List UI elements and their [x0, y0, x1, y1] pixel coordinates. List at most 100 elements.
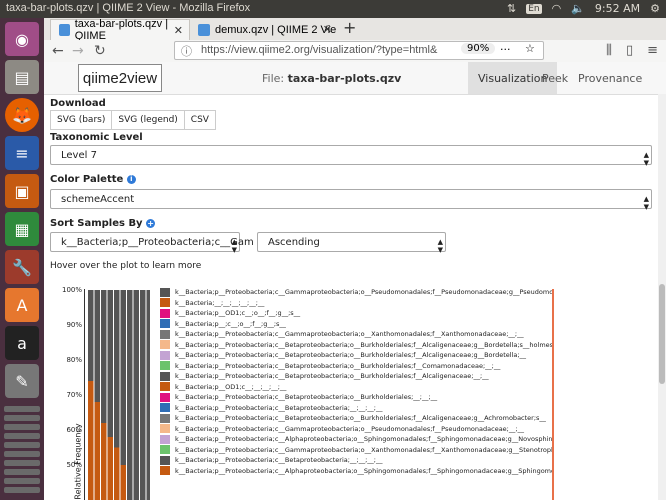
bookmark-star-icon[interactable]: ☆ [525, 42, 535, 55]
legend-item[interactable]: k__Bacteria;p__Proteobacteria;c__Betapro… [160, 403, 552, 414]
download-svg-bars-button[interactable]: SVG (bars) [50, 110, 113, 130]
bar-segment[interactable] [94, 402, 101, 500]
forward-icon[interactable]: → [72, 43, 84, 59]
legend-item[interactable]: k__Bacteria;p__;c__;o__;f__;g__;s__ [160, 319, 552, 330]
ubuntu-dash-icon[interactable]: ◉ [5, 22, 39, 56]
legend-item[interactable]: k__Bacteria;p__OD1;c__;o__;f__;g__;s__ [160, 308, 552, 319]
legend-item[interactable]: k__Bacteria;p__Proteobacteria;c__Betapro… [160, 340, 552, 351]
sort-by-select[interactable]: k__Bacteria;p__Proteobacteria;c__Gam ▲ ▼ [50, 232, 254, 254]
sort-label-row: Sort Samples By + [50, 218, 156, 229]
sort-label: Sort Samples By [50, 218, 143, 229]
add-sort-icon[interactable]: + [146, 218, 156, 228]
color-palette-value: schemeAccent [61, 193, 135, 205]
scrollbar-thumb[interactable] [659, 284, 665, 384]
calc-icon[interactable]: ▦ [5, 212, 39, 246]
library-icon[interactable]: ⫼ [606, 43, 612, 58]
bar-segment[interactable] [88, 290, 94, 381]
legend-item[interactable]: k__Bacteria;p__Proteobacteria;c__Alphapr… [160, 434, 552, 445]
legend-item[interactable]: k__Bacteria;p__Proteobacteria;c__Gammapr… [160, 445, 552, 456]
legend-item[interactable]: k__Bacteria;p__Proteobacteria;c__Gammapr… [160, 287, 552, 298]
qiime-favicon-icon [59, 24, 70, 36]
taxonomic-level-select[interactable]: Level 7 ▲ ▼ [50, 145, 652, 167]
sidebar-icon[interactable]: ▯ [626, 43, 633, 58]
launcher-stack-icon[interactable] [4, 433, 40, 439]
info-icon[interactable]: i [126, 174, 136, 184]
back-icon[interactable]: ← [52, 43, 64, 59]
legend-label: k__Bacteria;p__Proteobacteria;c__Alphapr… [175, 466, 552, 475]
legend-item[interactable]: k__Bacteria;__;__;__;__;__;__ [160, 298, 552, 309]
legend-label: k__Bacteria;__;__;__;__;__;__ [175, 298, 265, 307]
launcher-stack-icon[interactable] [4, 415, 40, 421]
legend-swatch [160, 329, 170, 339]
power-icon[interactable]: ⚙ [650, 2, 660, 15]
legend-item[interactable]: k__Bacteria;p__Proteobacteria;c__Betapro… [160, 392, 552, 403]
bar-segment[interactable] [101, 290, 107, 423]
legend-item[interactable]: k__Bacteria;p__Proteobacteria;c__Betapro… [160, 350, 552, 361]
clock[interactable]: 9:52 AM [595, 2, 640, 15]
page-actions-icon[interactable]: ··· [500, 43, 511, 56]
tab-provenance[interactable]: Provenance [568, 62, 652, 94]
legend-item[interactable]: k__Bacteria;p__Proteobacteria;c__Betapro… [160, 371, 552, 382]
color-palette-select[interactable]: schemeAccent ▲ ▼ [50, 189, 652, 211]
bar-segment[interactable] [127, 290, 133, 500]
bar-segment[interactable] [133, 290, 140, 500]
bar-segment[interactable] [114, 290, 120, 448]
launcher-stack-icon[interactable] [4, 406, 40, 412]
amazon-icon[interactable]: a [5, 326, 39, 360]
launcher-stack-icon[interactable] [4, 424, 40, 430]
launcher-stack-icon[interactable] [4, 460, 40, 466]
tab-label: demux.qzv | QIIME 2 Vie [215, 23, 337, 36]
color-palette-label: Color Palette [50, 174, 124, 185]
browser-tab-taxa[interactable]: taxa-bar-plots.qzv | QIIME ✕ [50, 18, 190, 42]
text-editor-icon[interactable]: ✎ [5, 364, 39, 398]
bar-segment[interactable] [140, 290, 146, 500]
page-scrollbar[interactable] [658, 94, 666, 500]
network-icon[interactable]: ⇅ [507, 2, 516, 15]
new-tab-icon[interactable]: + [343, 18, 356, 37]
files-icon[interactable]: ▤ [5, 60, 39, 94]
legend-item[interactable]: k__Bacteria;p__OD1;c__;__;__;__;__ [160, 382, 552, 393]
menu-icon[interactable]: ≡ [647, 43, 658, 58]
launcher-stack-icon[interactable] [4, 469, 40, 475]
legend-item[interactable]: k__Bacteria;p__Proteobacteria;c__Alphapr… [160, 466, 552, 477]
url-bar[interactable]: ⓘ https://view.qiime2.org/visualization/… [174, 41, 544, 60]
volume-icon[interactable]: 🔈 [571, 2, 585, 15]
impress-icon[interactable]: ▣ [5, 174, 39, 208]
download-svg-legend-button[interactable]: SVG (legend) [111, 110, 185, 130]
close-tab-icon[interactable]: ✕ [323, 23, 332, 36]
legend-item[interactable]: k__Bacteria;p__Proteobacteria;c__Betapro… [160, 455, 552, 466]
reload-icon[interactable]: ↻ [94, 43, 106, 59]
bar-segment[interactable] [107, 290, 114, 437]
bar-segment[interactable] [120, 290, 127, 465]
launcher-stack-icon[interactable] [4, 478, 40, 484]
zoom-level[interactable]: 90% [461, 43, 496, 54]
bar-chart[interactable] [84, 289, 150, 500]
bar-segment[interactable] [107, 437, 114, 500]
site-info-icon[interactable]: ⓘ [181, 43, 192, 59]
bar-segment[interactable] [101, 423, 107, 500]
bar-segment[interactable] [94, 290, 101, 402]
download-csv-button[interactable]: CSV [183, 110, 216, 130]
legend-item[interactable]: k__Bacteria;p__Proteobacteria;c__Gammapr… [160, 424, 552, 435]
keyboard-layout[interactable]: En [526, 3, 542, 14]
browser-tab-demux[interactable]: demux.qzv | QIIME 2 Vie ✕ [190, 19, 338, 40]
launcher-stack-icon[interactable] [4, 451, 40, 457]
bar-segment[interactable] [146, 290, 151, 500]
bar-segment[interactable] [120, 465, 127, 500]
launcher-stack-icon[interactable] [4, 487, 40, 493]
legend-item[interactable]: k__Bacteria;p__Proteobacteria;c__Betapro… [160, 413, 552, 424]
writer-icon[interactable]: ≡ [5, 136, 39, 170]
software-center-icon[interactable]: A [5, 288, 39, 322]
legend-item[interactable]: k__Bacteria;p__Proteobacteria;c__Betapro… [160, 361, 552, 372]
settings-icon[interactable]: 🔧 [5, 250, 39, 284]
qiime2view-logo[interactable]: qiime2view [78, 64, 162, 92]
url-text[interactable]: https://view.qiime2.org/visualization/?t… [201, 44, 437, 56]
firefox-icon[interactable]: 🦊 [5, 98, 39, 132]
bar-segment[interactable] [114, 447, 120, 500]
legend-item[interactable]: k__Bacteria;p__Proteobacteria;c__Gammapr… [160, 329, 552, 340]
sort-order-select[interactable]: Ascending ▲ ▼ [257, 232, 446, 254]
close-tab-icon[interactable]: ✕ [174, 24, 183, 37]
wifi-icon[interactable]: ◠ [552, 2, 562, 15]
bar-segment[interactable] [88, 381, 94, 500]
launcher-stack-icon[interactable] [4, 442, 40, 448]
